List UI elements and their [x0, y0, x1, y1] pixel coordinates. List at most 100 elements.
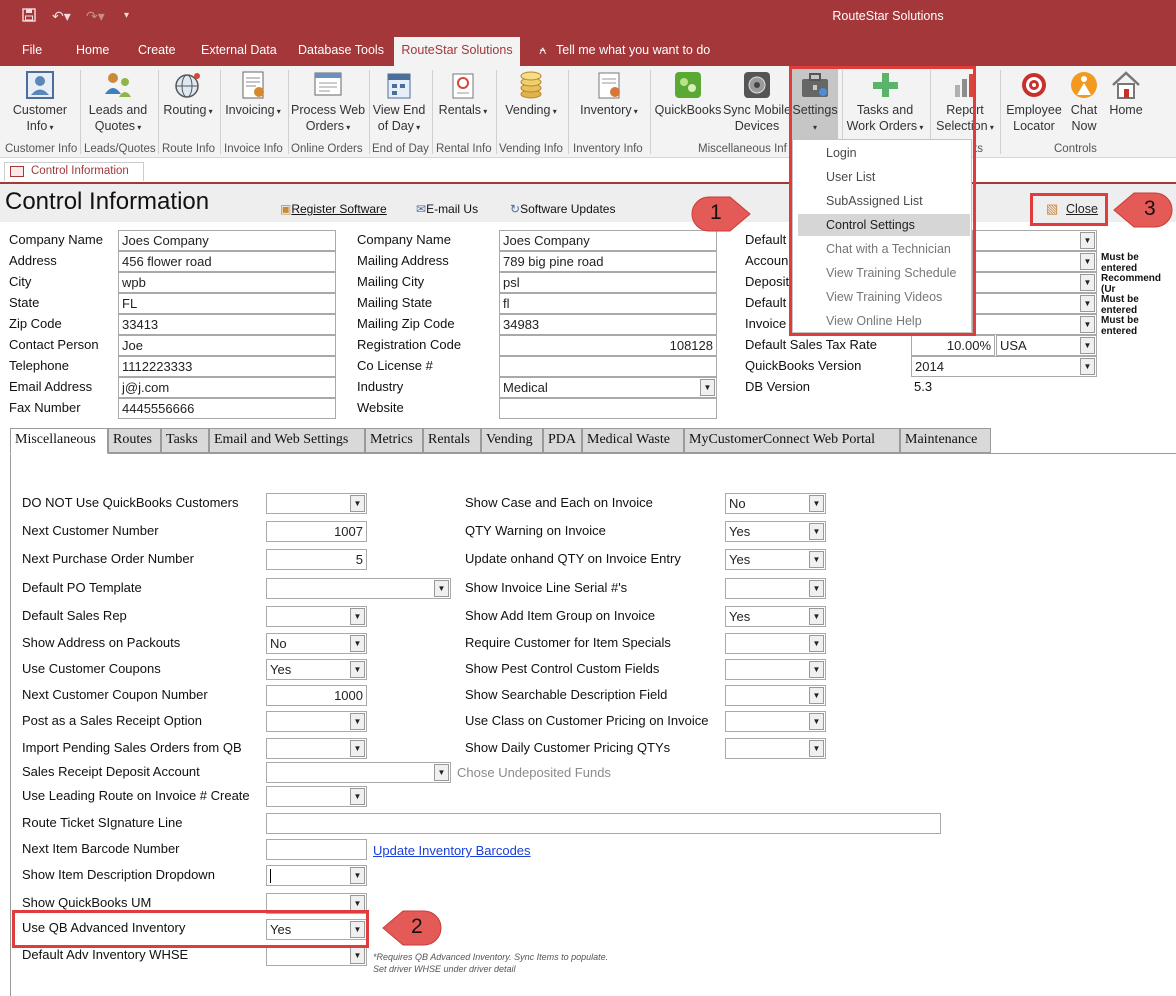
industry-select[interactable]: Medical ▼: [499, 377, 717, 398]
rentals-button[interactable]: Rentals ▾: [436, 70, 490, 120]
tax-region-select[interactable]: USA ▼: [996, 335, 1097, 356]
tab-home[interactable]: Home: [76, 43, 109, 57]
tab-create[interactable]: Create: [138, 43, 176, 57]
co-license-field[interactable]: [499, 356, 717, 377]
line-serial-select[interactable]: ▼: [725, 578, 826, 599]
chevron-down-icon[interactable]: ▼: [700, 379, 715, 396]
tab-rentals[interactable]: Rentals: [423, 428, 481, 453]
tab-miscellaneous[interactable]: Miscellaneous: [10, 428, 108, 454]
chevron-down-icon[interactable]: ▼: [1080, 232, 1095, 249]
require-customer-specials-select[interactable]: ▼: [725, 633, 826, 654]
chevron-down-icon[interactable]: ▼: [809, 635, 824, 652]
tab-medical-waste[interactable]: Medical Waste: [582, 428, 684, 453]
email-us-button[interactable]: ✉E-mail Us: [416, 202, 478, 216]
registration-code-field[interactable]: 108128: [499, 335, 717, 356]
chevron-down-icon[interactable]: ▼: [809, 551, 824, 568]
tab-file[interactable]: File: [22, 43, 42, 57]
company-name-field[interactable]: Joes Company: [118, 230, 336, 251]
chevron-down-icon[interactable]: ▼: [1080, 358, 1095, 375]
chevron-down-icon[interactable]: ▼: [434, 764, 449, 781]
chevron-down-icon[interactable]: ▼: [350, 867, 365, 884]
state-field[interactable]: FL: [118, 293, 336, 314]
deposit-select[interactable]: ▼: [972, 272, 1097, 293]
daily-pricing-qtys-select[interactable]: ▼: [725, 738, 826, 759]
default-select-2[interactable]: ▼: [972, 293, 1097, 314]
default-select-1[interactable]: ▼: [972, 230, 1097, 251]
tab-vending[interactable]: Vending: [481, 428, 543, 453]
chevron-down-icon[interactable]: ▼: [809, 661, 824, 678]
sync-mobile-devices-button[interactable]: Sync Mobile Devices: [722, 70, 792, 134]
add-item-group-select[interactable]: Yes ▼: [725, 606, 826, 627]
next-po-number-field[interactable]: 5: [266, 549, 367, 570]
default-sales-rep-select[interactable]: ▼: [266, 606, 367, 627]
do-not-use-qb-customers-select[interactable]: ▼: [266, 493, 367, 514]
chevron-down-icon[interactable]: ▼: [1080, 274, 1095, 291]
fax-field[interactable]: 4445556666: [118, 398, 336, 419]
mailing-city-field[interactable]: psl: [499, 272, 717, 293]
chevron-down-icon[interactable]: ▼: [434, 580, 449, 597]
doc-tab-control-information[interactable]: Control Information: [4, 162, 144, 181]
chevron-down-icon[interactable]: ▼: [350, 495, 365, 512]
vending-button[interactable]: Vending ▾: [500, 70, 562, 120]
telephone-field[interactable]: 1112223333: [118, 356, 336, 377]
next-item-barcode-field[interactable]: [266, 839, 367, 860]
invoicing-button[interactable]: Invoicing ▾: [224, 70, 282, 120]
mailing-state-field[interactable]: fl: [499, 293, 717, 314]
chevron-down-icon[interactable]: ▼: [350, 947, 365, 964]
employee-locator-button[interactable]: Employee Locator: [1004, 70, 1064, 134]
account-select[interactable]: ▼: [972, 251, 1097, 272]
quickbooks-version-select[interactable]: 2014 ▼: [911, 356, 1097, 377]
mailing-address-field[interactable]: 789 big pine road: [499, 251, 717, 272]
website-field[interactable]: [499, 398, 717, 419]
tab-database-tools[interactable]: Database Tools: [298, 43, 384, 57]
chevron-down-icon[interactable]: ▼: [809, 580, 824, 597]
use-customer-coupons-select[interactable]: Yes ▼: [266, 659, 367, 680]
chevron-down-icon[interactable]: ▼: [809, 523, 824, 540]
chevron-down-icon[interactable]: ▼: [350, 740, 365, 757]
email-field[interactable]: j@j.com: [118, 377, 336, 398]
address-field[interactable]: 456 flower road: [118, 251, 336, 272]
tab-mycustomerconnect[interactable]: MyCustomerConnect Web Portal: [684, 428, 900, 453]
chevron-down-icon[interactable]: ▼: [350, 788, 365, 805]
contact-field[interactable]: Joe: [118, 335, 336, 356]
qty-warning-select[interactable]: Yes ▼: [725, 521, 826, 542]
chevron-down-icon[interactable]: ▼: [350, 635, 365, 652]
tab-metrics[interactable]: Metrics: [365, 428, 423, 453]
chevron-down-icon[interactable]: ▼: [350, 713, 365, 730]
city-field[interactable]: wpb: [118, 272, 336, 293]
leading-route-select[interactable]: ▼: [266, 786, 367, 807]
chevron-down-icon[interactable]: ▼: [809, 740, 824, 757]
chevron-down-icon[interactable]: ▼: [350, 661, 365, 678]
item-description-dropdown-select[interactable]: ▼: [266, 865, 367, 886]
inventory-button[interactable]: Inventory ▾: [578, 70, 640, 120]
chevron-down-icon[interactable]: ▼: [1080, 253, 1095, 270]
post-sales-receipt-select[interactable]: ▼: [266, 711, 367, 732]
chevron-down-icon[interactable]: ▼: [809, 495, 824, 512]
chevron-down-icon[interactable]: ▼: [1080, 316, 1095, 333]
chevron-down-icon[interactable]: ▼: [809, 713, 824, 730]
tax-rate-field[interactable]: 10.00%: [911, 335, 995, 356]
import-pending-sales-select[interactable]: ▼: [266, 738, 367, 759]
sales-receipt-deposit-select[interactable]: ▼: [266, 762, 451, 783]
customer-info-button[interactable]: Customer Info ▾: [10, 70, 70, 136]
class-customer-pricing-select[interactable]: ▼: [725, 711, 826, 732]
pest-control-select[interactable]: ▼: [725, 659, 826, 680]
chat-now-button[interactable]: Chat Now: [1064, 70, 1104, 134]
chevron-down-icon[interactable]: ▼: [809, 687, 824, 704]
leads-quotes-button[interactable]: Leads and Quotes ▾: [86, 70, 150, 136]
tell-me-search[interactable]: Tell me what you want to do: [556, 43, 710, 57]
chevron-down-icon[interactable]: ▼: [1080, 295, 1095, 312]
invoice-select[interactable]: ▼: [972, 314, 1097, 335]
register-software-button[interactable]: ▣Register Software: [280, 202, 387, 216]
chevron-down-icon[interactable]: ▼: [350, 608, 365, 625]
default-po-template-select[interactable]: ▼: [266, 578, 451, 599]
next-coupon-number-field[interactable]: 1000: [266, 685, 367, 706]
tab-external-data[interactable]: External Data: [201, 43, 277, 57]
routing-button[interactable]: Routing ▾: [162, 70, 214, 120]
mailing-zip-field[interactable]: 34983: [499, 314, 717, 335]
next-customer-number-field[interactable]: 1007: [266, 521, 367, 542]
update-onhand-select[interactable]: Yes ▼: [725, 549, 826, 570]
software-updates-button[interactable]: ↻Software Updates: [510, 202, 615, 216]
mailing-company-field[interactable]: Joes Company: [499, 230, 717, 251]
case-each-select[interactable]: No ▼: [725, 493, 826, 514]
